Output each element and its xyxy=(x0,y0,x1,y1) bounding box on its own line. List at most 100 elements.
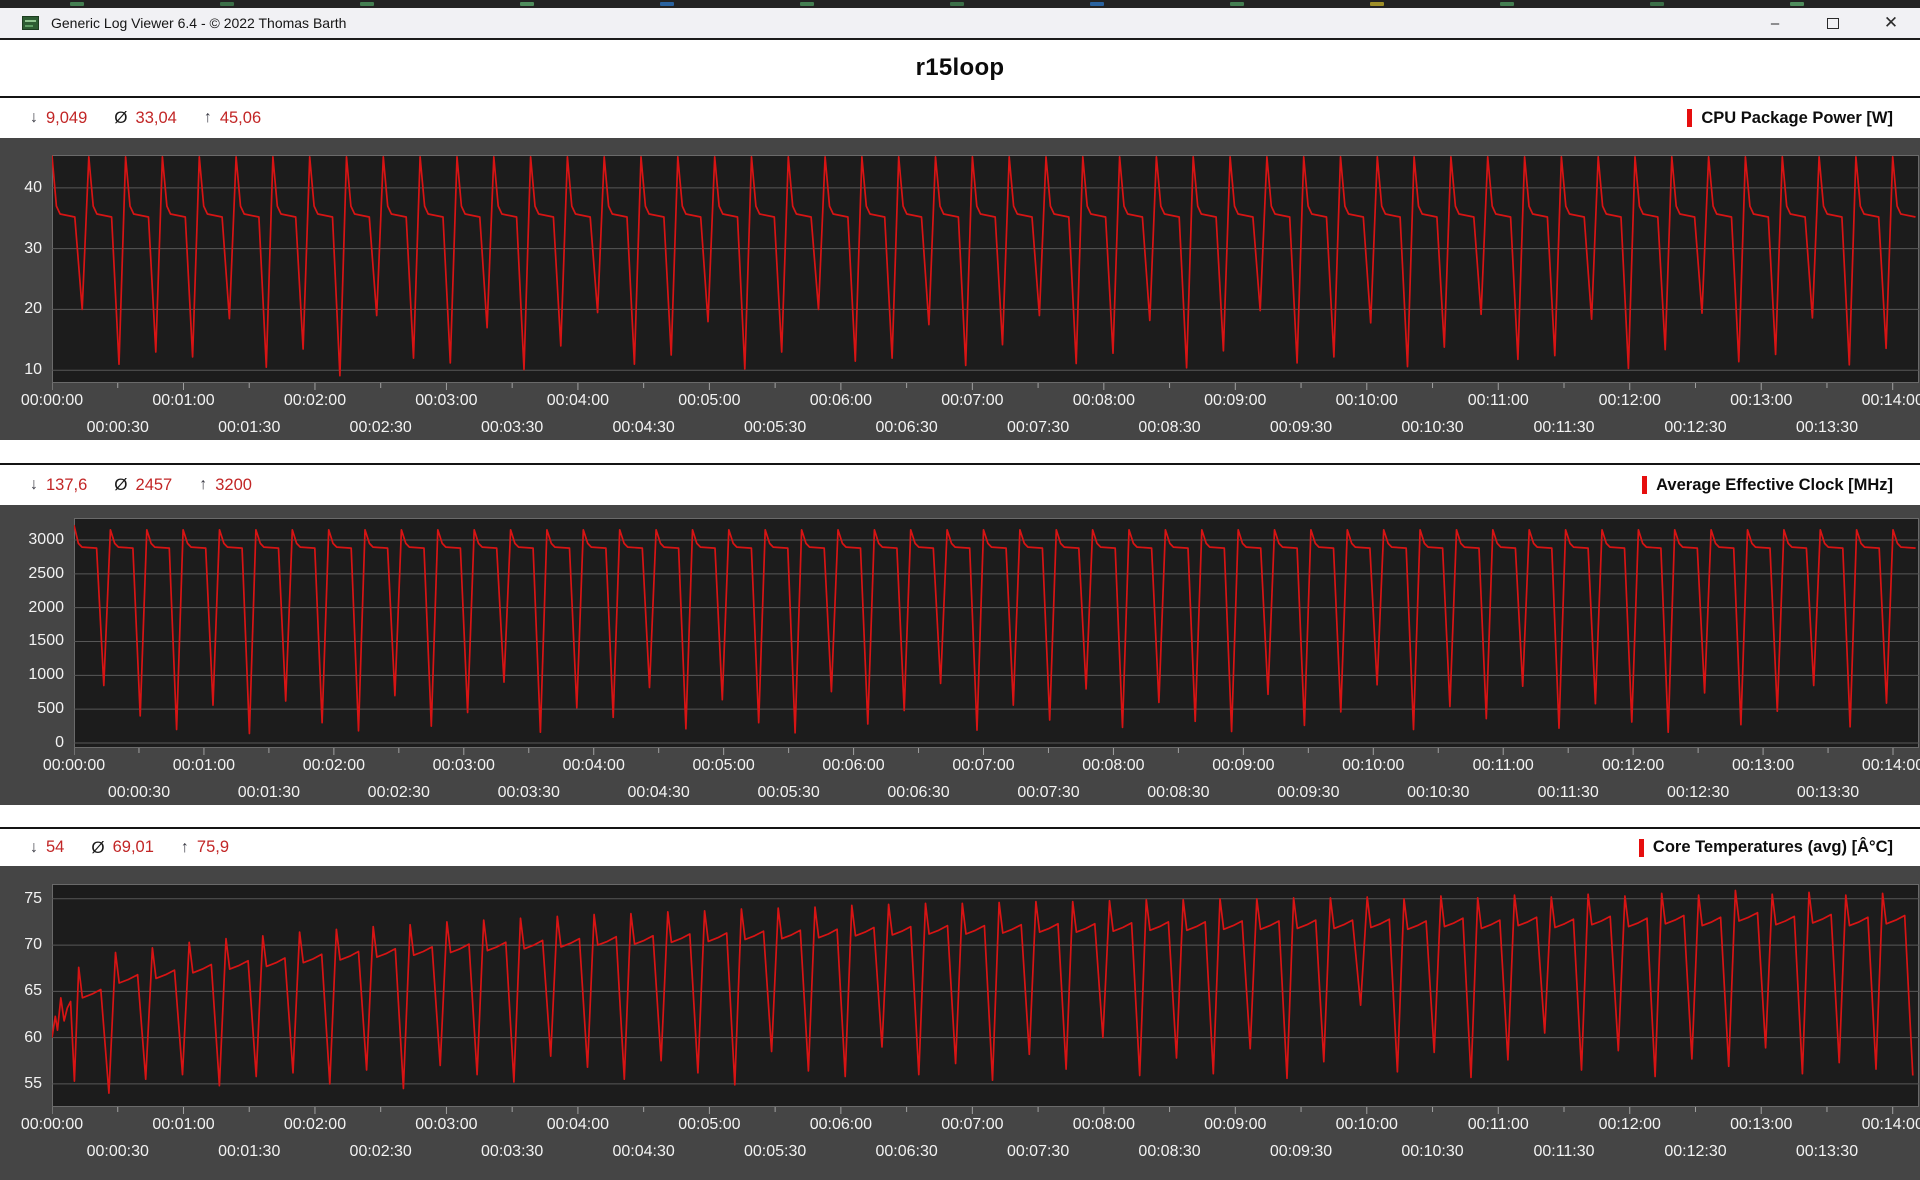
y-tick-label: 55 xyxy=(24,1074,42,1092)
legend-color-bar xyxy=(1642,476,1648,494)
legend-core-temps: Core Temperatures (avg) [Â°C] xyxy=(1638,838,1893,857)
window-title: Generic Log Viewer 6.4 - © 2022 Thomas B… xyxy=(51,15,347,31)
page-title-band: r15loop xyxy=(0,40,1920,96)
page-title: r15loop xyxy=(915,54,1005,81)
x-tick-label: 00:13:30 xyxy=(1796,784,1860,801)
minimize-button[interactable]: – xyxy=(1746,8,1804,38)
x-tick-label: 00:06:30 xyxy=(875,419,938,436)
x-tick-label: 00:03:00 xyxy=(432,757,495,774)
legend-cpu-power: CPU Package Power [W] xyxy=(1687,109,1893,128)
x-tick-label: 00:08:00 xyxy=(1072,1116,1135,1133)
x-tick-label: 00:12:00 xyxy=(1602,757,1665,774)
x-tick-label: 00:05:00 xyxy=(692,757,755,774)
legend-color-bar xyxy=(1638,838,1644,857)
stat-max: 75,9 xyxy=(196,838,230,856)
stats-effective-clock: ↓ 137,6 Ø 2457 ↑ 3200 xyxy=(30,475,279,495)
y-tick-label: 3000 xyxy=(28,530,64,548)
x-tick-label: 00:13:30 xyxy=(1795,419,1859,436)
x-tick-label: 00:05:30 xyxy=(743,419,807,436)
x-tick-label: 00:08:30 xyxy=(1138,419,1201,436)
x-tick-label: 00:09:30 xyxy=(1269,1143,1333,1160)
x-tick-label: 00:12:00 xyxy=(1598,392,1661,409)
chart-header-core-temps: ↓ 54 Ø 69,01 ↑ 75,9 Core Temperatures (avg)… xyxy=(0,827,1920,866)
x-tick-label: 00:14:00 xyxy=(1861,757,1920,774)
max-arrow-icon: ↑ xyxy=(199,476,208,493)
x-tick-label: 00:11:30 xyxy=(1533,1143,1595,1160)
x-tick-label: 00:00:30 xyxy=(86,419,149,436)
y-tick-label: 1000 xyxy=(28,666,64,684)
x-tick-label: 00:13:00 xyxy=(1730,1116,1793,1133)
x-tick-label: 00:10:30 xyxy=(1401,419,1464,436)
stat-min: 54 xyxy=(46,838,65,856)
min-arrow-icon: ↓ xyxy=(30,109,38,126)
stat-min: 9,049 xyxy=(46,108,88,127)
legend-label: CPU Package Power [W] xyxy=(1701,108,1893,127)
avg-icon: Ø xyxy=(114,475,128,494)
x-tick-label: 00:06:00 xyxy=(809,1116,872,1133)
y-tick-label: 20 xyxy=(24,300,42,318)
stats-cpu-power: ↓ 9,049 Ø 33,04 ↑ 45,06 xyxy=(30,108,288,128)
chart-canvas[interactable] xyxy=(74,518,1919,756)
chart-canvas[interactable] xyxy=(52,884,1919,1115)
y-tick-label: 500 xyxy=(37,700,64,718)
x-tick-label: 00:13:30 xyxy=(1795,1143,1859,1160)
x-tick-label: 00:00:00 xyxy=(42,757,106,774)
x-tick-label: 00:02:00 xyxy=(302,757,365,774)
maximize-icon xyxy=(1827,17,1839,29)
x-tick-label: 00:12:30 xyxy=(1664,419,1727,436)
min-arrow-icon: ↓ xyxy=(30,476,38,493)
y-tick-label: 60 xyxy=(24,1028,42,1046)
x-tick-label: 00:01:00 xyxy=(152,1116,215,1133)
x-tick-label: 00:04:00 xyxy=(562,757,625,774)
x-tick-label: 00:14:00 xyxy=(1861,1116,1920,1133)
chart-plot-effective-clock[interactable]: 3000 2500 2000 1500 1000 500 0 00:00:00 00:01:00… xyxy=(0,505,1920,805)
x-tick-label: 00:04:30 xyxy=(627,784,690,801)
x-tick-label: 00:13:00 xyxy=(1731,757,1795,774)
chart-header-cpu-power: ↓ 9,049 Ø 33,04 ↑ 45,06 CPU Package Power [… xyxy=(0,96,1920,138)
x-tick-label: 00:02:30 xyxy=(349,1143,412,1160)
app-icon xyxy=(22,16,39,30)
stat-min: 137,6 xyxy=(46,475,88,494)
x-tick-label: 00:12:00 xyxy=(1598,1116,1661,1133)
x-tick-label: 00:03:30 xyxy=(481,419,544,436)
x-tick-label: 00:11:00 xyxy=(1467,1116,1529,1133)
stats-core-temps: ↓ 54 Ø 69,01 ↑ 75,9 xyxy=(30,838,256,858)
legend-label: Average Effective Clock [MHz] xyxy=(1656,475,1893,494)
x-tick-label: 00:00:30 xyxy=(86,1143,149,1160)
x-tick-label: 00:10:30 xyxy=(1407,784,1470,801)
x-tick-label: 00:03:00 xyxy=(415,1116,478,1133)
x-tick-label: 00:08:00 xyxy=(1082,757,1145,774)
x-tick-label: 00:03:00 xyxy=(415,392,478,409)
stat-avg: 33,04 xyxy=(135,108,177,127)
x-tick-label: 00:09:30 xyxy=(1277,784,1340,801)
x-tick-label: 00:02:30 xyxy=(367,784,430,801)
x-tick-label: 00:03:30 xyxy=(497,784,560,801)
x-tick-label: 00:11:30 xyxy=(1533,419,1595,436)
max-arrow-icon: ↑ xyxy=(180,838,189,856)
y-tick-label: 40 xyxy=(24,178,42,196)
close-button[interactable]: ✕ xyxy=(1862,8,1920,38)
max-arrow-icon: ↑ xyxy=(203,109,212,126)
x-tick-label: 00:06:30 xyxy=(875,1143,938,1160)
y-tick-label: 2000 xyxy=(28,598,64,616)
x-tick-label: 00:01:30 xyxy=(218,419,281,436)
x-tick-label: 00:10:00 xyxy=(1335,392,1398,409)
x-tick-label: 00:01:30 xyxy=(237,784,301,801)
x-tick-label: 00:07:00 xyxy=(941,392,1004,409)
chart-plot-cpu-power[interactable]: 40 30 20 10 00:00:00 00:01:00 00:02:00 00:03:00… xyxy=(0,138,1920,440)
divider-gap xyxy=(0,440,1920,463)
chart-plot-core-temps[interactable]: 75 70 65 60 55 00:00:00 00:01:00 00:02:00 00:03:… xyxy=(0,866,1920,1180)
x-tick-label: 00:05:00 xyxy=(678,392,741,409)
x-tick-label: 00:00:00 xyxy=(20,392,84,409)
y-tick-label: 75 xyxy=(24,889,42,907)
x-tick-label: 00:01:30 xyxy=(218,1143,281,1160)
y-tick-label: 1500 xyxy=(28,632,64,650)
x-tick-label: 00:11:30 xyxy=(1537,784,1599,801)
x-tick-label: 00:05:00 xyxy=(678,1116,741,1133)
stat-avg: 2457 xyxy=(135,475,173,494)
x-tick-label: 00:06:00 xyxy=(809,392,872,409)
chart-canvas[interactable] xyxy=(52,155,1919,391)
x-tick-label: 00:09:00 xyxy=(1204,1116,1267,1133)
x-tick-label: 00:05:30 xyxy=(757,784,820,801)
maximize-button[interactable] xyxy=(1804,8,1862,38)
